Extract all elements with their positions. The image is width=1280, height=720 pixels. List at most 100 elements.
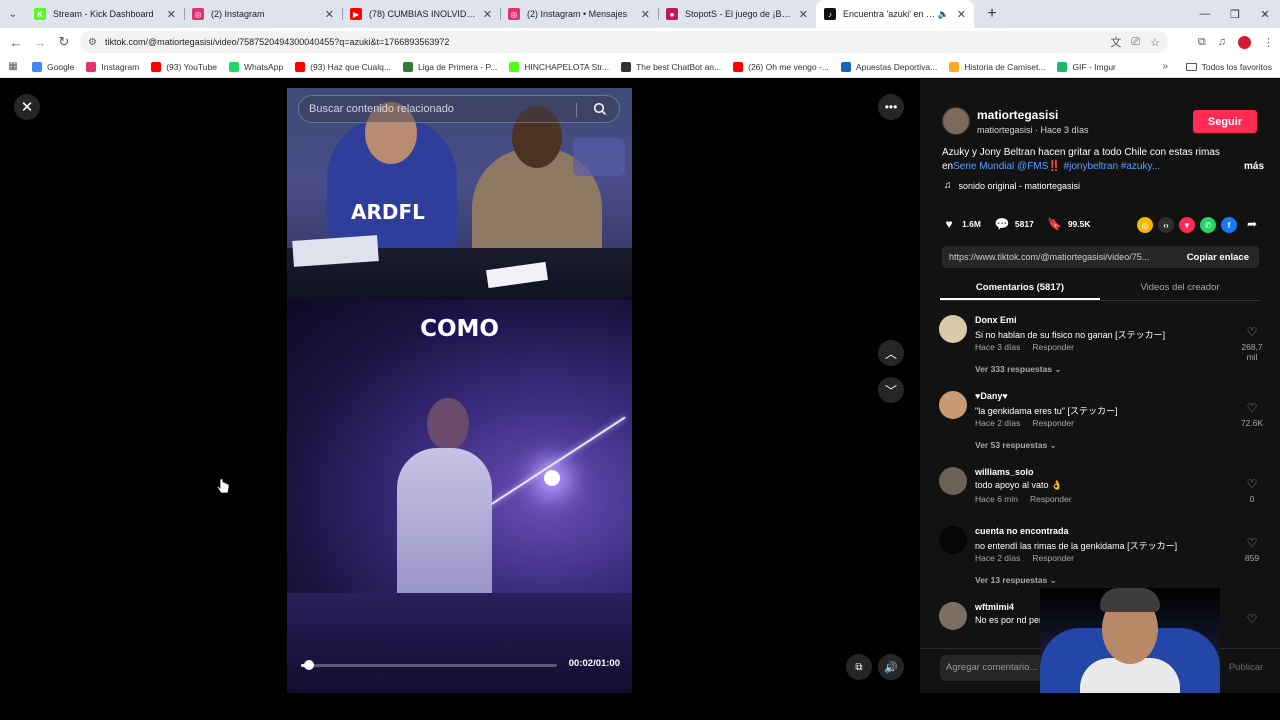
close-icon[interactable]: ✕ (14, 94, 40, 120)
video-progress-handle[interactable] (303, 660, 314, 670)
browser-tab[interactable]: K Stream - Kick Dashboard ✕ (26, 0, 184, 28)
youtube-icon (733, 61, 744, 72)
restore-icon[interactable]: ❐ (1220, 0, 1250, 28)
description-hashtags[interactable]: Serie Mundial @FMS‼️ #jonybeltran #azuky… (953, 161, 1160, 172)
bookmark-item[interactable]: Google (26, 61, 80, 72)
media-control-icon[interactable]: ♫ (1218, 36, 1226, 48)
tab-close-icon[interactable]: ✕ (483, 8, 492, 21)
volume-icon[interactable]: 🔊 (878, 654, 904, 680)
commenter-name[interactable]: williams_solo (975, 467, 1034, 477)
commenter-avatar[interactable] (939, 315, 967, 343)
sound-link[interactable]: ♫ sonido original - matiortegasisi (944, 180, 1080, 191)
comment-button[interactable]: 💬 5817 (994, 217, 1033, 231)
address-bar[interactable]: ⚙ tiktok.com/@matiortegasisi/video/75875… (80, 31, 1168, 53)
reply-button[interactable]: Responder (1032, 342, 1074, 352)
copy-link-button[interactable]: Copiar enlace (1177, 252, 1259, 263)
extensions-icon[interactable]: ⧉ (1198, 36, 1206, 49)
facebook-icon[interactable]: f (1221, 217, 1237, 233)
send-icon[interactable]: ▼ (1179, 217, 1195, 233)
publish-button[interactable]: Publicar (1222, 655, 1270, 681)
video-player[interactable]: ARDFL COMO Buscar contenido relacionado (287, 88, 632, 693)
whatsapp-icon (228, 61, 239, 72)
browser-tab[interactable]: ♪ Encuentra 'azuki' en TikTok🔈 ✕ (816, 0, 974, 28)
bookmark-item[interactable]: GIF - Imgur (1051, 61, 1121, 72)
reply-button[interactable]: Responder (1032, 418, 1074, 428)
bookmarks-overflow-icon[interactable]: » (1162, 56, 1168, 78)
more-options-icon[interactable]: ••• (878, 94, 904, 120)
like-button[interactable]: ♥ 1.6M (942, 217, 980, 231)
profile-avatar[interactable] (1238, 35, 1251, 49)
coin-icon[interactable]: ◎ (1137, 217, 1153, 233)
tab-creator-videos[interactable]: Videos del creador (1100, 277, 1260, 300)
next-video-icon[interactable]: ﹀ (878, 377, 904, 403)
view-replies-button[interactable]: Ver 13 respuestas ⌄ (975, 575, 1057, 586)
bookmark-item[interactable]: Historia de Camiset... (943, 61, 1051, 72)
tab-search-icon[interactable]: ⌄ (0, 0, 26, 28)
browser-tab[interactable]: ◎ (2) Instagram ✕ (184, 0, 342, 28)
bookmark-item[interactable]: HINCHAPELOTA Str... (503, 61, 615, 72)
comment-like-button[interactable]: ♡ 72.6K (1235, 401, 1269, 428)
translate-icon[interactable]: 文 (1110, 34, 1121, 50)
tab-close-icon[interactable]: ✕ (325, 8, 334, 21)
bookmark-star-icon[interactable]: ☆ (1150, 36, 1160, 49)
comment-like-button[interactable]: ♡ 859 (1235, 536, 1269, 563)
forward-icon[interactable]: → (28, 28, 52, 56)
comment-like-button[interactable]: ♡ 0 (1235, 477, 1269, 504)
browser-tab[interactable]: ◎ (2) Instagram • Mensajes ✕ (500, 0, 658, 28)
browser-tab[interactable]: ▶ (78) CUMBIAS INOLVIDABLES ✕ (342, 0, 500, 28)
bookmark-item[interactable]: WhatsApp (223, 61, 289, 72)
tab-close-icon[interactable]: ✕ (957, 8, 966, 21)
commenter-avatar[interactable] (939, 467, 967, 495)
bookmark-item[interactable]: The best ChatBot an... (615, 61, 727, 72)
tab-close-icon[interactable]: ✕ (167, 8, 176, 21)
bookmark-item[interactable]: (93) Haz que Cualq... (289, 61, 397, 72)
browser-menu-icon[interactable]: ⋮ (1263, 36, 1274, 49)
apps-grid-icon[interactable]: ▦ (0, 61, 26, 72)
video-progress-bar[interactable] (301, 660, 557, 670)
tab-comments[interactable]: Comentarios (5817) (940, 277, 1100, 300)
bookmark-item[interactable]: (26) Oh me vengo -... (727, 61, 835, 72)
floating-player-icon[interactable]: ⧉ (846, 654, 872, 680)
minimize-icon[interactable]: — (1190, 0, 1220, 28)
reload-icon[interactable]: ↻ (52, 28, 76, 56)
bookmark-item[interactable]: Liga de Primera - P... (397, 61, 503, 72)
commenter-avatar[interactable] (939, 602, 967, 630)
embed-icon[interactable]: ‹› (1158, 217, 1174, 233)
commenter-name[interactable]: ♥Dany♥ (975, 391, 1008, 401)
video-link-url[interactable]: https://www.tiktok.com/@matiortegasisi/v… (942, 252, 1177, 262)
bookmark-item[interactable]: Apuestas Deportiva... (835, 61, 943, 72)
commenter-avatar[interactable] (939, 526, 967, 554)
more-button[interactable]: más (1244, 160, 1264, 174)
view-replies-button[interactable]: Ver 53 respuestas ⌄ (975, 440, 1057, 451)
commenter-avatar[interactable] (939, 391, 967, 419)
bookmark-item[interactable]: (93) YouTube (145, 61, 223, 72)
save-button[interactable]: 🔖 99.5K (1047, 217, 1090, 231)
bookmark-item[interactable]: Instagram (80, 61, 145, 72)
share-arrow-icon[interactable]: ➦ (1247, 217, 1257, 231)
new-tab-button[interactable]: + (980, 0, 1004, 28)
commenter-name[interactable]: Donx Emi (975, 315, 1017, 325)
reply-button[interactable]: Responder (1032, 553, 1074, 563)
close-window-icon[interactable]: ✕ (1250, 0, 1280, 28)
tab-close-icon[interactable]: ✕ (641, 8, 650, 21)
follow-button[interactable]: Seguir (1193, 110, 1257, 133)
all-bookmarks-folder[interactable]: Todos los favoritos (1185, 56, 1272, 78)
browser-tab[interactable]: ● StopotS - El juego de ¡Basta! ✕ (658, 0, 816, 28)
cast-icon[interactable]: ⎚ (1131, 36, 1140, 49)
whatsapp-icon[interactable]: ✆ (1200, 217, 1216, 233)
commenter-name[interactable]: cuenta no encontrada (975, 526, 1069, 536)
search-icon[interactable] (593, 102, 607, 116)
related-search-input[interactable]: Buscar contenido relacionado (298, 95, 620, 123)
comment-like-button[interactable]: ♡ (1235, 612, 1269, 629)
reply-button[interactable]: Responder (1030, 494, 1072, 504)
author-name[interactable]: matiortegasisi (977, 108, 1058, 122)
previous-video-icon[interactable]: ︿ (878, 340, 904, 366)
view-replies-button[interactable]: Ver 333 respuestas ⌄ (975, 364, 1062, 375)
site-info-icon[interactable]: ⚙ (88, 37, 97, 48)
tab-close-icon[interactable]: ✕ (799, 8, 808, 21)
author-avatar[interactable] (942, 107, 970, 135)
speaker-icon[interactable]: 🔈 (938, 9, 949, 20)
comment-like-button[interactable]: ♡ 268,7 mil (1235, 325, 1269, 362)
commenter-name[interactable]: wftmimi4 (975, 602, 1014, 612)
back-icon[interactable]: ← (4, 28, 28, 56)
